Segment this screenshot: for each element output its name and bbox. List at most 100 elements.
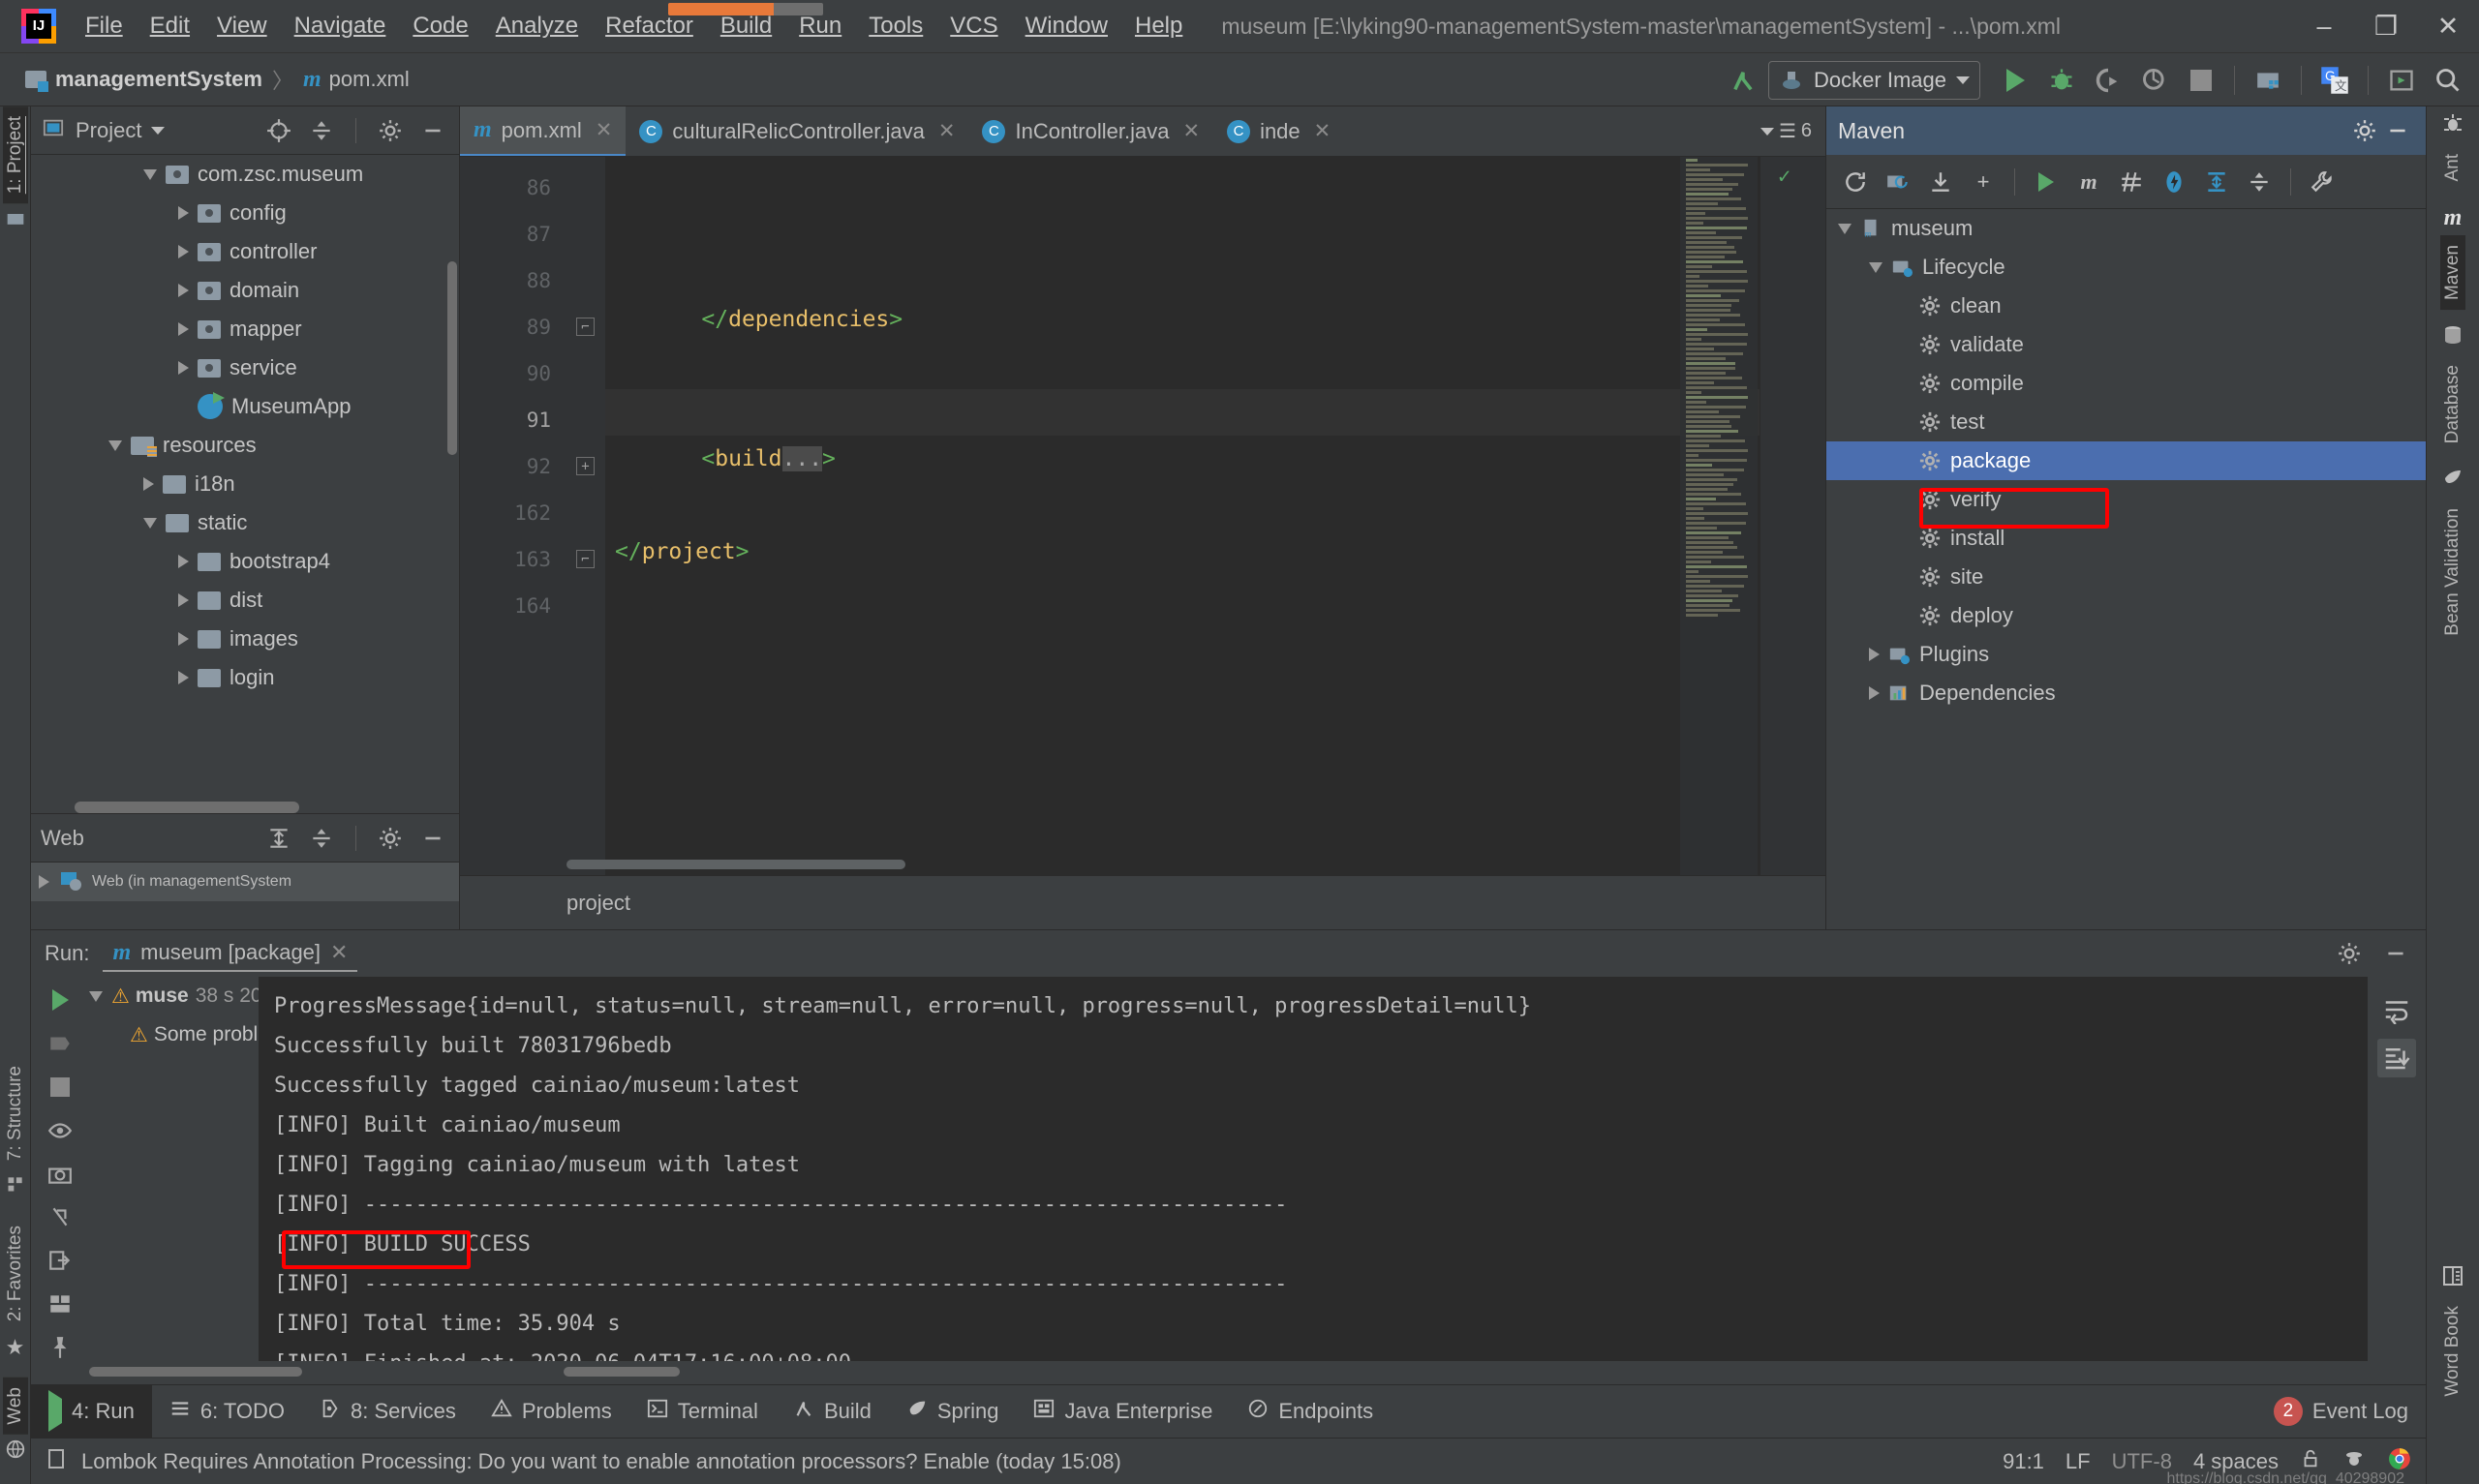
translate-icon[interactable]: G文 <box>2313 59 2356 102</box>
maven-tree-item-lifecycle[interactable]: Lifecycle <box>1826 248 2426 287</box>
tree-item-service[interactable]: service <box>31 348 459 387</box>
eye-icon[interactable] <box>43 1116 77 1144</box>
tree-item-mapper[interactable]: mapper <box>31 310 459 348</box>
chevron-right-icon[interactable] <box>178 284 189 297</box>
tool-window-endpoints[interactable]: Endpoints <box>1230 1385 1391 1439</box>
breadcrumb-module[interactable]: managementSystem <box>55 67 262 92</box>
close-icon[interactable]: ✕ <box>1314 119 1331 143</box>
run-console[interactable]: ProgressMessage{id=null, status=null, st… <box>259 977 2368 1361</box>
editor-tab-inde[interactable]: Cinde ✕ <box>1213 106 1344 156</box>
sidebar-item-bean-validation[interactable]: Bean Validation <box>2440 499 2465 646</box>
tree-item-controller[interactable]: controller <box>31 232 459 271</box>
sidebar-item-word-book[interactable]: Word Book <box>2440 1296 2465 1407</box>
close-icon[interactable]: ✕ <box>1182 119 1200 143</box>
hide-panel-icon[interactable] <box>2379 937 2412 970</box>
tree-item-login[interactable]: login <box>31 658 459 697</box>
line-separator[interactable]: LF <box>2066 1449 2091 1474</box>
expand-all-icon[interactable] <box>262 822 295 855</box>
tool-window-6-todo[interactable]: 6: TODO <box>152 1385 302 1439</box>
chevron-down-icon[interactable] <box>143 168 157 180</box>
menu-vcs[interactable]: VCS <box>936 9 1011 44</box>
gear-icon[interactable] <box>2348 114 2381 147</box>
run-tree-root[interactable]: ⚠ muse 38 s 200 ms <box>89 977 259 1015</box>
search-everywhere-icon[interactable] <box>2427 59 2469 102</box>
code-line[interactable] <box>605 482 1825 529</box>
editor-tab-InController-java[interactable]: C InController.java ✕ <box>968 106 1213 156</box>
code-content[interactable]: </dependencies> <build...> </project> <box>605 157 1825 875</box>
toggle-tasks-icon[interactable] <box>43 1030 77 1058</box>
scroll-to-end-icon[interactable] <box>2377 1039 2416 1077</box>
code-line[interactable]: <build...> <box>605 436 1825 482</box>
fold-expand-icon[interactable]: + <box>576 457 595 475</box>
chevron-right-icon[interactable] <box>1869 686 1880 700</box>
soft-wrap-icon[interactable] <box>2377 990 2416 1029</box>
maven-tree-item-site[interactable]: site <box>1826 558 2426 596</box>
expand-all-icon[interactable] <box>2197 163 2236 201</box>
status-message[interactable]: Lombok Requires Annotation Processing: D… <box>81 1449 1121 1474</box>
maven-tree-item-install[interactable]: install <box>1826 519 2426 558</box>
gear-icon[interactable] <box>374 114 407 147</box>
hide-panel-icon[interactable] <box>416 114 449 147</box>
code-line[interactable]: </dependencies> <box>605 296 1825 343</box>
tree-item-domain[interactable]: domain <box>31 271 459 310</box>
camera-icon[interactable] <box>43 1160 77 1188</box>
rerun-icon[interactable] <box>43 986 77 1015</box>
error-stripe[interactable]: ✓ <box>1760 157 1825 875</box>
tree-item-MuseumApp[interactable]: MuseumApp <box>31 387 459 426</box>
tree-item-images[interactable]: images <box>31 620 459 658</box>
tab-overflow-button[interactable]: ☰ 6 <box>1747 106 1825 156</box>
gear-icon[interactable] <box>374 822 407 855</box>
tree-item-com-zsc-museum[interactable]: com.zsc.museum <box>31 155 459 194</box>
caret-position[interactable]: 91:1 <box>2003 1449 2044 1474</box>
toggle-offline-mode-icon[interactable] <box>2155 163 2193 201</box>
sidebar-item-structure[interactable]: 7: Structure <box>3 1056 28 1170</box>
project-tree-vertical-scrollbar[interactable] <box>447 261 457 455</box>
collapse-all-icon[interactable] <box>305 822 338 855</box>
chevron-down-icon[interactable] <box>143 517 157 529</box>
minimize-button[interactable]: – <box>2293 0 2355 53</box>
tool-window-4-run[interactable]: 4: Run <box>31 1384 152 1439</box>
pin-icon[interactable] <box>43 1333 77 1361</box>
chevron-down-icon[interactable] <box>1869 261 1882 273</box>
run-tree-child[interactable]: ⚠ Some problem <box>89 1015 259 1054</box>
execute-maven-goal-icon[interactable]: m <box>2069 163 2108 201</box>
chevron-right-icon[interactable] <box>178 671 189 684</box>
profile-button[interactable] <box>2133 59 2176 102</box>
stop-icon[interactable] <box>43 1074 77 1102</box>
chevron-right-icon[interactable] <box>178 361 189 375</box>
editor-tab-culturalRelicController-java[interactable]: CculturalRelicController.java ✕ <box>626 106 968 156</box>
fold-end-icon[interactable]: ⌐ <box>576 318 595 336</box>
menu-view[interactable]: View <box>203 9 281 44</box>
project-tree-horizontal-scrollbar[interactable] <box>75 802 299 813</box>
maven-tree-item-museum[interactable]: m museum <box>1826 209 2426 248</box>
sidebar-item-project[interactable]: 1: Project <box>2 106 28 204</box>
breadcrumb-project-tag[interactable]: project <box>566 891 630 916</box>
chevron-right-icon[interactable] <box>178 322 189 336</box>
code-line[interactable] <box>605 250 1825 296</box>
fold-gutter[interactable]: ⌐ + ⌐ <box>566 157 605 875</box>
sidebar-item-web[interactable]: Web <box>2 1378 28 1435</box>
chevron-down-icon[interactable] <box>108 439 122 451</box>
scroll-from-source-icon[interactable] <box>262 114 295 147</box>
code-line[interactable] <box>605 389 1825 436</box>
menu-analyze[interactable]: Analyze <box>482 9 592 44</box>
menu-help[interactable]: Help <box>1121 9 1196 44</box>
breadcrumb-file[interactable]: pom.xml <box>329 67 410 92</box>
chevron-right-icon[interactable] <box>143 477 154 491</box>
chevron-right-icon[interactable] <box>178 555 189 568</box>
maven-settings-icon[interactable] <box>2303 163 2341 201</box>
tree-item-resources[interactable]: resources <box>31 426 459 465</box>
tree-item-bootstrap4[interactable]: bootstrap4 <box>31 542 459 581</box>
close-icon[interactable]: ✕ <box>596 118 613 142</box>
run-tab-museum-package[interactable]: m museum [package] ✕ <box>103 936 358 972</box>
tree-item-i18n[interactable]: i18n <box>31 465 459 503</box>
web-tree-item[interactable]: Web (in managementSystem <box>31 863 459 901</box>
stop-button[interactable] <box>2180 59 2222 102</box>
chevron-right-icon[interactable] <box>1869 648 1880 661</box>
run-anything-icon[interactable] <box>2380 59 2423 102</box>
toggle-skip-tests-icon[interactable] <box>2112 163 2151 201</box>
hide-panel-icon[interactable] <box>2381 114 2414 147</box>
editor-horizontal-scrollbar[interactable] <box>566 860 905 869</box>
run-with-coverage-button[interactable] <box>2087 59 2129 102</box>
run-test-tree[interactable]: ⚠ muse 38 s 200 ms ⚠ Some problem <box>89 977 259 1361</box>
